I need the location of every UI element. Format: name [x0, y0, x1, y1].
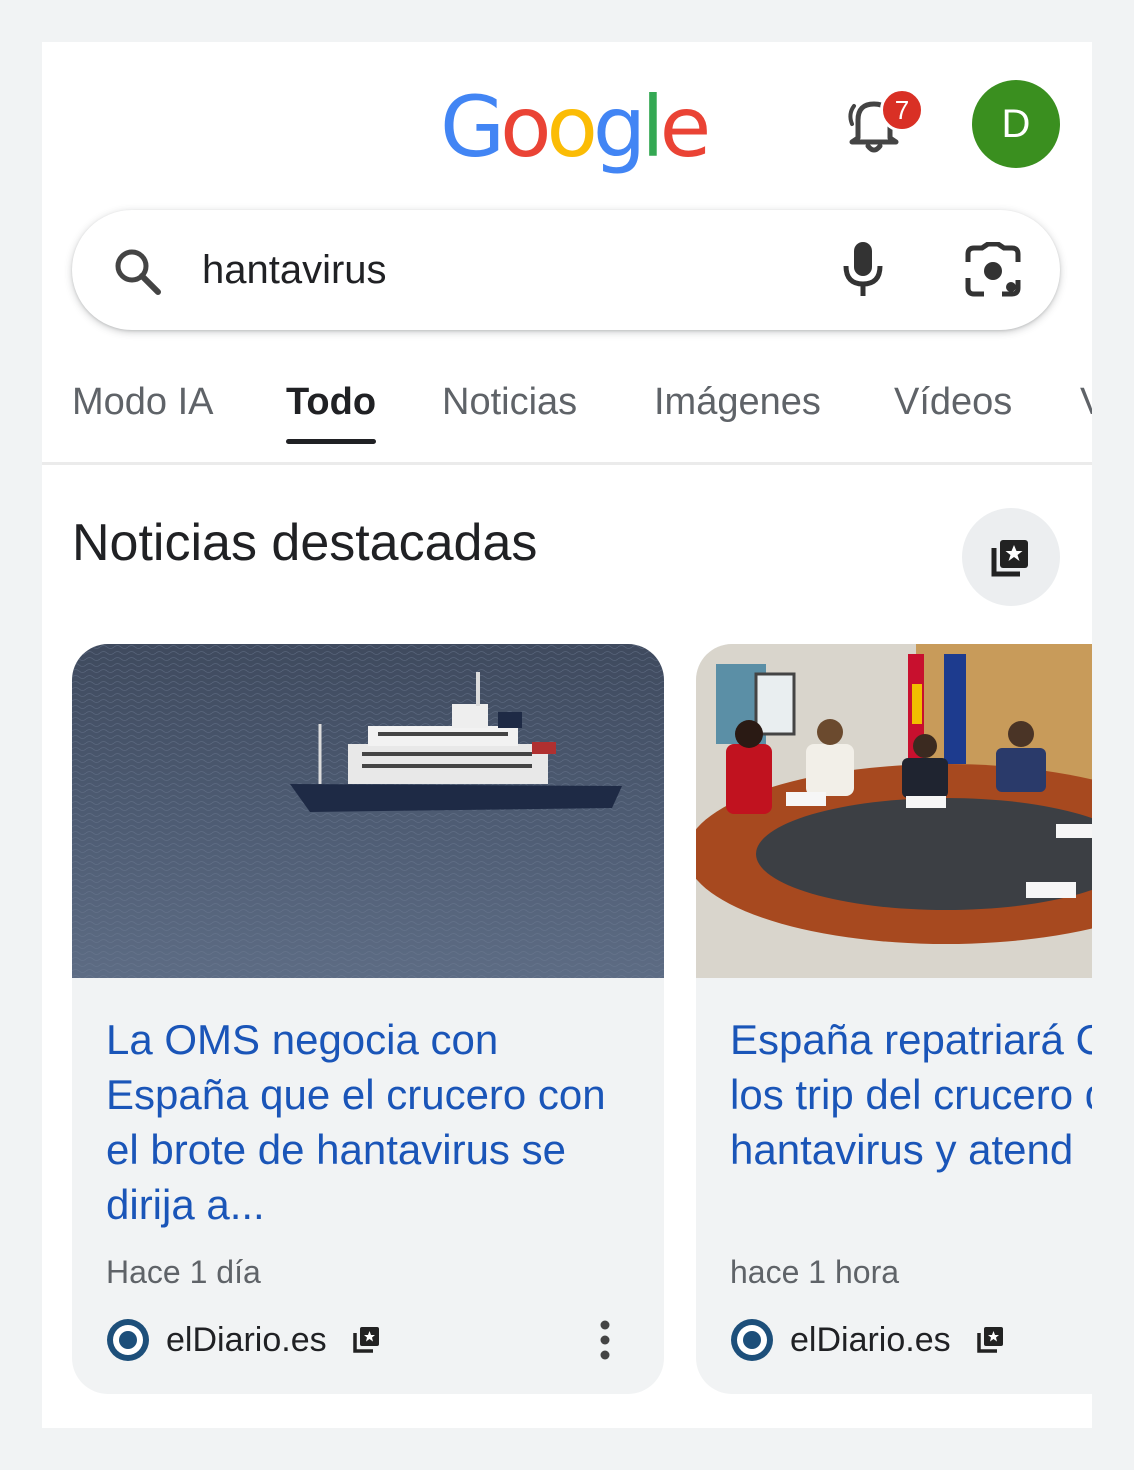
tab-more-cutoff[interactable]: V: [1080, 372, 1092, 452]
google-logo[interactable]: Google: [440, 78, 712, 176]
logo-letter: l: [641, 78, 664, 176]
search-input[interactable]: [202, 238, 762, 302]
news-headline[interactable]: España repatriará Canarias a los trip de…: [730, 1012, 1092, 1177]
search-bar[interactable]: [72, 210, 1060, 330]
notification-count-badge: 7: [880, 88, 924, 132]
logo-letter: g: [592, 78, 646, 176]
logo-letter: e: [659, 78, 712, 176]
logo-letter: G: [440, 78, 505, 176]
news-timestamp: hace 1 hora: [730, 1254, 900, 1290]
news-showcase-button[interactable]: [962, 508, 1060, 606]
microphone-icon[interactable]: [838, 240, 888, 300]
tab-todo[interactable]: Todo: [286, 372, 377, 452]
search-tabs: Modo IA Todo Noticias Imágenes Vídeos V: [42, 362, 1092, 465]
news-showcase-icon: [991, 540, 1028, 577]
google-lens-icon[interactable]: [962, 242, 1024, 300]
news-card[interactable]: España repatriará Canarias a los trip de…: [696, 644, 1092, 1394]
cruise-ship-image: [72, 644, 664, 978]
tab-videos[interactable]: Vídeos: [894, 372, 1012, 452]
news-showcase-badge-icon: [353, 1327, 379, 1353]
tab-imagenes[interactable]: Imágenes: [654, 372, 821, 452]
more-vert-icon[interactable]: [590, 1318, 620, 1362]
meeting-room-image: [696, 644, 1092, 978]
logo-letter: o: [500, 78, 551, 176]
news-source-name: elDiario.es: [166, 1321, 327, 1359]
news-showcase-badge-icon: [977, 1327, 1003, 1353]
news-timestamp: Hace 1 día: [106, 1254, 261, 1290]
results-page: Google 7 D Modo IA To: [42, 42, 1092, 1428]
account-avatar[interactable]: D: [972, 80, 1060, 168]
news-headline[interactable]: La OMS negocia con España que el crucero…: [106, 1012, 636, 1232]
tab-noticias[interactable]: Noticias: [442, 372, 577, 452]
news-card[interactable]: La OMS negocia con España que el crucero…: [72, 644, 664, 1394]
eldiario-logo-icon: [731, 1319, 773, 1361]
logo-letter: o: [546, 78, 598, 176]
tab-modo-ia[interactable]: Modo IA: [72, 372, 214, 452]
eldiario-logo-icon: [107, 1319, 149, 1361]
search-icon[interactable]: [110, 244, 164, 298]
top-stories-title: Noticias destacadas: [72, 514, 538, 572]
news-source-name: elDiario.es: [790, 1321, 951, 1359]
